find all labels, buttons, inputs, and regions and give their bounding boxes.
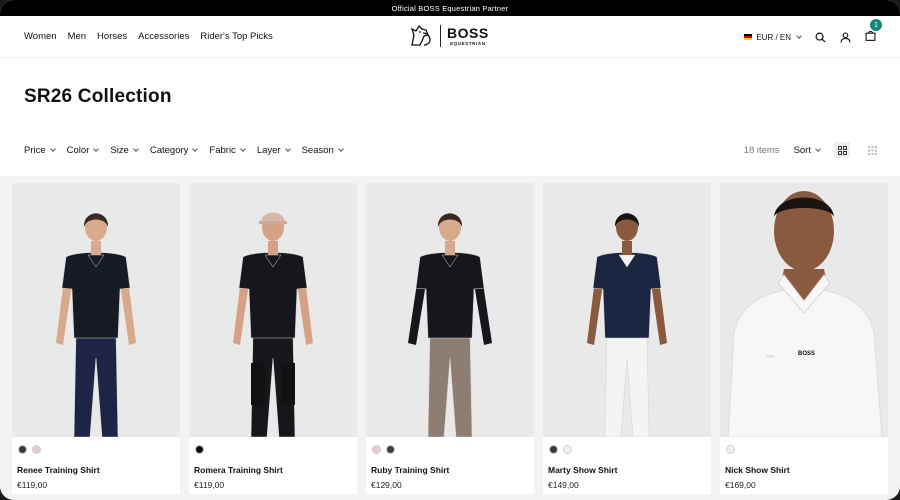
nav-item-women[interactable]: Women: [24, 31, 57, 42]
product-price: €119,00: [17, 480, 48, 490]
logo[interactable]: BOSS EQUESTRIAN: [408, 23, 489, 49]
site-header: Women Men Horses Accessories Rider's Top…: [0, 16, 900, 58]
filter-label: Layer: [256, 145, 281, 156]
product-name[interactable]: Romera Training Shirt: [194, 465, 283, 475]
product-price: €129,00: [371, 480, 402, 490]
product-price: €119,00: [194, 480, 225, 490]
filter-label: Season: [301, 145, 334, 156]
filter-label: Size: [110, 145, 129, 156]
chevron-down-icon: [239, 146, 246, 152]
logo-divider: [440, 25, 441, 47]
product-image[interactable]: [543, 183, 711, 437]
announcement-text: Official BOSS Equestrian Partner: [391, 3, 509, 13]
product-image[interactable]: [366, 183, 534, 437]
filter-label: Fabric: [209, 145, 236, 156]
product-name[interactable]: Ruby Training Shirt: [371, 465, 449, 475]
chevron-down-icon: [93, 146, 100, 152]
search-icon[interactable]: [815, 32, 826, 43]
product-image[interactable]: [12, 183, 180, 437]
main-nav: Women Men Horses Accessories Rider's Top…: [24, 31, 273, 42]
listing-controls: 18 items Sort: [744, 142, 880, 158]
chevron-down-icon: [284, 146, 291, 152]
color-swatch[interactable]: [386, 445, 395, 454]
bag-icon: [865, 30, 876, 41]
filter-label: Category: [149, 145, 189, 156]
color-swatch[interactable]: [18, 445, 27, 454]
color-swatch[interactable]: [563, 445, 572, 454]
nav-item-top-picks[interactable]: Rider's Top Picks: [200, 31, 272, 42]
filter-bar: Price Color Size Category Fabric Layer S…: [24, 145, 344, 156]
nav-item-accessories[interactable]: Accessories: [138, 31, 189, 42]
color-swatches: [18, 445, 41, 454]
locale-selector[interactable]: EUR / EN: [744, 32, 802, 42]
grid-view-large-button[interactable]: [834, 142, 850, 158]
chevron-down-icon: [815, 145, 821, 152]
chevron-down-icon: [796, 32, 802, 39]
filter-fabric[interactable]: Fabric: [209, 145, 246, 156]
sort-label: Sort: [793, 144, 811, 156]
color-swatch[interactable]: [195, 445, 204, 454]
product-name[interactable]: Renee Training Shirt: [17, 465, 100, 475]
product-name[interactable]: Marty Show Shirt: [548, 465, 617, 475]
chevron-down-icon: [133, 146, 139, 152]
product-name[interactable]: Nick Show Shirt: [725, 465, 790, 475]
filter-price[interactable]: Price: [24, 145, 56, 156]
color-swatch[interactable]: [726, 445, 735, 454]
model-figure: [233, 212, 313, 437]
announcement-bar: Official BOSS Equestrian Partner: [0, 0, 900, 16]
product-image[interactable]: [189, 183, 357, 437]
product-card-renee[interactable]: Renee Training Shirt €119,00: [12, 183, 180, 494]
item-count: 18 items: [743, 144, 780, 156]
sort-dropdown[interactable]: Sort: [793, 144, 821, 156]
product-grid: Renee Training Shirt €119,00 Romera Trai…: [0, 176, 900, 500]
chevron-down-icon: [337, 146, 344, 152]
filter-layer[interactable]: Layer: [256, 145, 291, 156]
color-swatches: [726, 445, 735, 454]
model-figure: [56, 213, 136, 437]
cart-button[interactable]: 1: [865, 19, 882, 46]
model-figure: BOSS: [727, 191, 883, 437]
grid-view-small-button[interactable]: [864, 142, 880, 158]
grid-2x2-icon: [837, 145, 847, 155]
germany-flag-icon: [744, 34, 753, 40]
product-price: €149,00: [548, 480, 579, 490]
color-swatch[interactable]: [549, 445, 558, 454]
horse-head-icon: [410, 24, 431, 46]
product-card-marty[interactable]: Marty Show Shirt €149,00: [543, 183, 711, 494]
nav-item-horses[interactable]: Horses: [97, 31, 127, 42]
filter-category[interactable]: Category: [149, 145, 199, 156]
product-card-romera[interactable]: Romera Training Shirt €119,00: [189, 183, 357, 494]
color-swatches: [195, 445, 204, 454]
account-icon[interactable]: [840, 31, 851, 43]
chevron-down-icon: [192, 146, 199, 152]
chevron-down-icon: [49, 146, 56, 152]
nav-item-men[interactable]: Men: [68, 31, 86, 42]
filter-season[interactable]: Season: [301, 145, 344, 156]
filter-label: Color: [66, 145, 90, 156]
filter-size[interactable]: Size: [110, 145, 139, 156]
cart-count-badge: 1: [870, 19, 882, 31]
brand-wordmark: BOSS EQUESTRIAN: [447, 26, 489, 47]
product-image[interactable]: BOSS: [720, 183, 888, 437]
filter-color[interactable]: Color: [66, 145, 100, 156]
shirt-logo-text: BOSS: [798, 351, 815, 357]
color-swatches: [549, 445, 572, 454]
model-figure: [587, 213, 667, 437]
product-price: €169,00: [725, 480, 756, 490]
brand-name: BOSS: [447, 24, 489, 41]
filter-label: Price: [24, 145, 46, 156]
brand-sub: EQUESTRIAN: [450, 40, 486, 46]
header-actions: EUR / EN 1: [744, 16, 882, 58]
product-card-nick[interactable]: BOSS Nick Show Shirt €169,00: [720, 183, 888, 494]
browser-frame: Official BOSS Equestrian Partner Women M…: [0, 0, 900, 500]
color-swatch[interactable]: [372, 445, 381, 454]
color-swatch[interactable]: [32, 445, 41, 454]
page-title: SR26 Collection: [24, 86, 172, 107]
grid-3x3-icon: [867, 145, 877, 155]
locale-label: EUR / EN: [756, 32, 791, 42]
color-swatches: [372, 445, 395, 454]
model-figure: [408, 213, 492, 437]
product-card-ruby[interactable]: Ruby Training Shirt €129,00: [366, 183, 534, 494]
